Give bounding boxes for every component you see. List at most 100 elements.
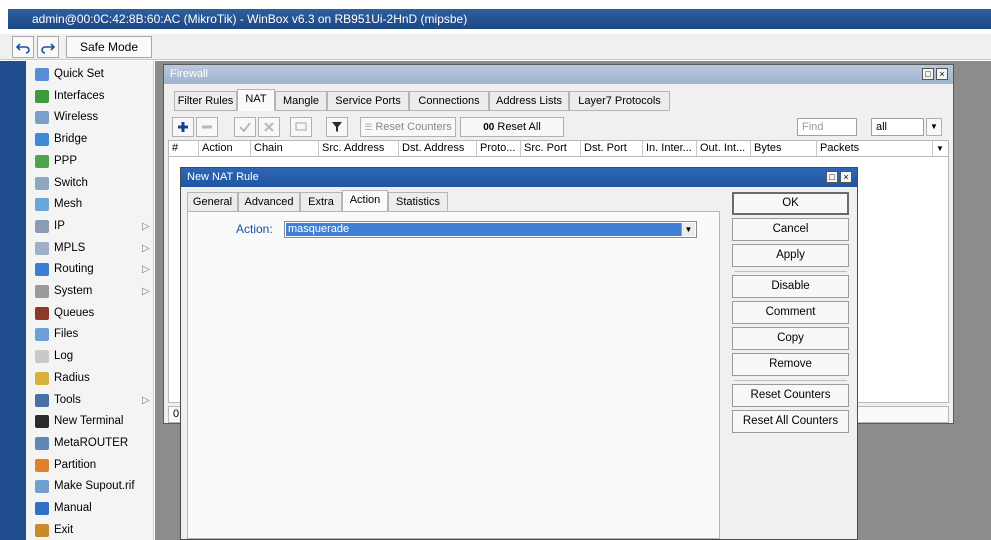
- safe-mode-button[interactable]: Safe Mode: [66, 36, 152, 58]
- menu-item-files[interactable]: Files: [26, 324, 154, 345]
- remove-rule-button[interactable]: Remove: [732, 353, 849, 376]
- menu-item-metarouter[interactable]: MetaROUTER: [26, 433, 154, 454]
- manual-icon: [35, 502, 49, 515]
- menu-item-wireless[interactable]: Wireless: [26, 107, 154, 128]
- action-select[interactable]: masquerade ▼: [284, 221, 697, 238]
- menu-item-system[interactable]: System ▷: [26, 281, 154, 302]
- col-number[interactable]: #: [169, 141, 199, 156]
- tab-address-lists[interactable]: Address Lists: [489, 91, 569, 111]
- col-chain[interactable]: Chain: [251, 141, 319, 156]
- apply-button[interactable]: Apply: [732, 244, 849, 267]
- col-packets[interactable]: Packets: [817, 141, 933, 156]
- tab-connections[interactable]: Connections: [409, 91, 489, 111]
- window-titlebar: admin@00:0C:42:8B:60:AC (MikroTik) - Win…: [0, 0, 991, 34]
- tab-extra[interactable]: Extra: [300, 192, 342, 212]
- menu-item-new-terminal[interactable]: New Terminal: [26, 411, 154, 432]
- rule-reset-all-counters-button[interactable]: Reset All Counters: [732, 410, 849, 433]
- firewall-window-title[interactable]: Firewall: [164, 65, 953, 84]
- menu-item-label: Log: [54, 350, 74, 363]
- radius-icon: [35, 371, 49, 385]
- rule-reset-counters-button[interactable]: Reset Counters: [732, 384, 849, 407]
- firewall-toolbar: ☰ Reset Counters 00 Reset All Counters F…: [164, 117, 953, 152]
- tab-layer7-protocols[interactable]: Layer7 Protocols: [569, 91, 670, 111]
- firewall-close-button[interactable]: ×: [936, 68, 948, 80]
- menu-item-make-supout-rif[interactable]: Make Supout.rif: [26, 476, 154, 497]
- firewall-title-text: Firewall: [170, 68, 208, 80]
- tab-service-ports[interactable]: Service Ports: [327, 91, 409, 111]
- menu-item-mpls[interactable]: MPLS ▷: [26, 238, 154, 259]
- reset-all-counters-button[interactable]: 00 Reset All Counters: [460, 117, 564, 152]
- find-input[interactable]: Find: [797, 118, 857, 136]
- menu-item-routing[interactable]: Routing ▷: [26, 259, 154, 280]
- reset-all-counters-icon: 00: [483, 122, 495, 133]
- tab-filter-rules[interactable]: Filter Rules: [174, 91, 237, 111]
- tab-mangle[interactable]: Mangle: [275, 91, 327, 111]
- remove-button[interactable]: [196, 117, 218, 137]
- nat-close-button[interactable]: ×: [840, 171, 852, 183]
- firewall-maximize-button[interactable]: □: [922, 68, 934, 80]
- supout-icon: [35, 480, 49, 494]
- col-protocol[interactable]: Proto...: [477, 141, 521, 156]
- col-in-interface[interactable]: In. Inter...: [643, 141, 697, 156]
- interfaces-icon: [35, 89, 49, 103]
- col-action[interactable]: Action: [199, 141, 251, 156]
- menu-item-label: Radius: [54, 371, 90, 384]
- col-src-port[interactable]: Src. Port: [521, 141, 581, 156]
- ip-icon: [35, 219, 49, 233]
- tab-action[interactable]: Action: [342, 190, 388, 212]
- ok-button[interactable]: OK: [732, 192, 849, 215]
- wireless-icon: [35, 111, 49, 125]
- menu-item-ppp[interactable]: PPP: [26, 151, 154, 172]
- menu-item-switch[interactable]: Switch: [26, 173, 154, 194]
- window-title: admin@00:0C:42:8B:60:AC (MikroTik) - Win…: [8, 9, 991, 29]
- filter-select[interactable]: all: [871, 118, 924, 136]
- nat-dialog-title[interactable]: New NAT Rule: [181, 168, 857, 187]
- add-button[interactable]: [172, 117, 194, 137]
- terminal-icon: [35, 415, 49, 429]
- disable-rule-button[interactable]: Disable: [732, 275, 849, 298]
- col-src-address[interactable]: Src. Address: [319, 141, 399, 156]
- col-dst-port[interactable]: Dst. Port: [581, 141, 643, 156]
- redo-button[interactable]: [37, 36, 59, 58]
- columns-menu-button[interactable]: ▼: [933, 141, 948, 156]
- cancel-button[interactable]: Cancel: [732, 218, 849, 241]
- tab-general[interactable]: General: [187, 192, 238, 212]
- col-bytes[interactable]: Bytes: [751, 141, 817, 156]
- menu-item-quick-set[interactable]: Quick Set: [26, 64, 154, 85]
- menu-item-radius[interactable]: Radius: [26, 368, 154, 389]
- menu-item-label: New Terminal: [54, 415, 124, 428]
- menu-item-exit[interactable]: Exit: [26, 520, 154, 540]
- menu-item-bridge[interactable]: Bridge: [26, 129, 154, 150]
- reset-counters-button[interactable]: ☰ Reset Counters: [360, 117, 456, 137]
- menu-item-ip[interactable]: IP ▷: [26, 216, 154, 237]
- disable-button[interactable]: [258, 117, 280, 137]
- tab-advanced[interactable]: Advanced: [238, 192, 300, 212]
- comment-icon: [295, 122, 307, 131]
- main-menu: Quick Set Interfaces Wireless Bridge PPP Swit…: [26, 61, 154, 540]
- tab-statistics[interactable]: Statistics: [388, 192, 448, 212]
- submenu-arrow-icon: ▷: [142, 286, 150, 297]
- tab-nat[interactable]: NAT: [237, 89, 275, 111]
- chevron-down-icon[interactable]: ▼: [681, 223, 695, 236]
- col-out-interface[interactable]: Out. Int...: [697, 141, 751, 156]
- comment-rule-button[interactable]: Comment: [732, 301, 849, 324]
- menu-item-label: Interfaces: [54, 89, 105, 102]
- menu-item-manual[interactable]: Manual: [26, 498, 154, 519]
- enable-button[interactable]: [234, 117, 256, 137]
- mpls-icon: [35, 241, 49, 255]
- nat-maximize-button[interactable]: □: [826, 171, 838, 183]
- menu-item-interfaces[interactable]: Interfaces: [26, 86, 154, 107]
- menu-item-mesh[interactable]: Mesh: [26, 194, 154, 215]
- menu-item-queues[interactable]: Queues: [26, 303, 154, 324]
- new-nat-rule-dialog: New NAT Rule □ × General Advanced Extra …: [180, 167, 858, 540]
- filter-dropdown-button[interactable]: ▼: [926, 118, 942, 136]
- copy-rule-button[interactable]: Copy: [732, 327, 849, 350]
- menu-item-log[interactable]: Log: [26, 346, 154, 367]
- comment-button[interactable]: [290, 117, 312, 137]
- col-dst-address[interactable]: Dst. Address: [399, 141, 477, 156]
- filter-button[interactable]: [326, 117, 348, 137]
- cross-icon: [264, 122, 274, 132]
- menu-item-tools[interactable]: Tools ▷: [26, 390, 154, 411]
- menu-item-partition[interactable]: Partition: [26, 455, 154, 476]
- undo-button[interactable]: [12, 36, 34, 58]
